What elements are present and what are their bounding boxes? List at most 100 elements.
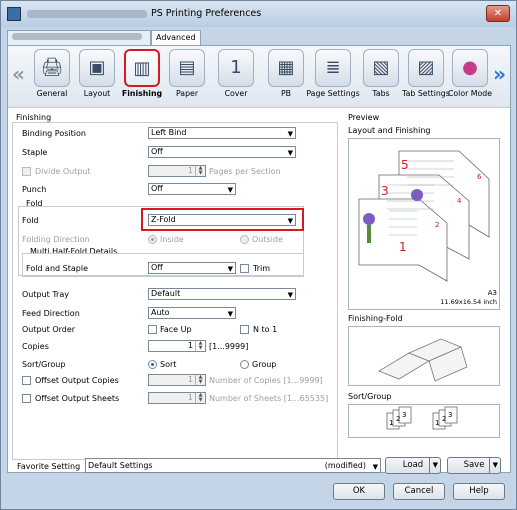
offset-sheets-checkbox[interactable]: [22, 394, 31, 403]
finishing-fold-title: Finishing-Fold: [348, 314, 403, 323]
tab-page-settings[interactable]: ≣ Page Settings: [306, 49, 360, 107]
tab-settings-icon: ▨: [408, 49, 444, 87]
binding-position-label: Binding Position: [22, 129, 86, 138]
favorite-setting-value: Default Settings: [88, 461, 153, 470]
chevron-down-icon[interactable]: ▼: [428, 458, 438, 473]
tab-advanced[interactable]: Advanced: [151, 30, 201, 46]
binding-position-value: Left Bind: [151, 128, 187, 137]
tab-paper[interactable]: ▤ Paper: [165, 49, 209, 107]
fold-select[interactable]: Z-Fold ▼: [148, 214, 296, 226]
scroll-right-icon[interactable]: »: [493, 62, 506, 86]
divide-output-spinner[interactable]: 1 ▲ ▼: [148, 165, 206, 177]
feed-direction-label: Feed Direction: [22, 309, 80, 318]
collated-copies-icon: 123 123: [386, 406, 458, 430]
cover-icon: 1: [218, 49, 254, 87]
n-to-1-label: N to 1: [253, 325, 278, 334]
color-mode-icon: ●: [452, 49, 488, 87]
window-title: PS Printing Preferences: [151, 8, 262, 19]
inside-radio[interactable]: [148, 235, 157, 244]
page-number-4: 4: [457, 197, 462, 205]
page-number-2: 2: [435, 221, 439, 229]
punch-label: Punch: [22, 185, 47, 194]
tab-tabs[interactable]: ▧ Tabs: [359, 49, 403, 107]
page-number-5: 5: [401, 158, 409, 172]
chevron-down-icon[interactable]: ▼: [488, 458, 498, 473]
fold-label: Fold: [22, 216, 39, 225]
group-radio[interactable]: [240, 360, 249, 369]
outside-radio[interactable]: [240, 235, 249, 244]
tab-color-mode[interactable]: ● Color Mode: [448, 49, 492, 107]
offset-copies-range: Number of Copies [1...9999]: [209, 376, 323, 385]
layout-icon: ▣: [79, 49, 115, 87]
divide-output-label: Divide Output: [35, 167, 91, 176]
output-tray-value: Default: [151, 289, 181, 298]
feed-direction-select[interactable]: Auto ▼: [148, 307, 236, 319]
scroll-left-icon[interactable]: «: [12, 62, 25, 86]
tab-printer-redacted[interactable]: [7, 30, 151, 46]
punch-select[interactable]: Off ▼: [148, 183, 236, 195]
cancel-button[interactable]: Cancel: [393, 483, 445, 500]
help-button[interactable]: Help: [453, 483, 505, 500]
staple-label: Staple: [22, 148, 48, 157]
tab-tab-settings[interactable]: ▨ Tab Settings: [402, 49, 450, 107]
svg-text:2: 2: [442, 415, 446, 423]
tab-strip: Advanced: [7, 30, 507, 46]
load-button[interactable]: Load ▼: [385, 457, 441, 474]
group-label: Group: [252, 360, 277, 369]
sort-group-preview: 123 123: [348, 404, 500, 438]
folded-pages-illustration: 5 3 1 6 4 2: [358, 150, 490, 282]
punch-value: Off: [151, 184, 163, 193]
spin-arrows-icon: ▲ ▼: [195, 341, 205, 351]
fold-and-staple-label: Fold and Staple: [26, 264, 88, 273]
offset-sheets-spinner[interactable]: 1 ▲ ▼: [148, 392, 206, 404]
staple-select[interactable]: Off ▼: [148, 146, 296, 158]
staple-value: Off: [151, 147, 163, 156]
tab-paper-icon: ▧: [363, 49, 399, 87]
face-up-checkbox[interactable]: [148, 325, 157, 334]
n-to-1-checkbox[interactable]: [240, 325, 249, 334]
paper-dims-label: 11.69x16.54 inch: [440, 298, 497, 306]
page-number-1: 1: [399, 240, 407, 254]
offset-sheets-range: Number of Sheets [1...65535]: [209, 394, 329, 403]
chevron-down-icon: ▼: [227, 265, 233, 273]
inside-label: Inside: [160, 235, 184, 244]
chevron-down-icon: ▼: [227, 186, 233, 194]
sort-label: Sort: [160, 360, 177, 369]
close-button[interactable]: ✕: [486, 5, 510, 22]
page-number-6: 6: [477, 173, 482, 181]
page-number-3: 3: [381, 184, 389, 198]
copies-spinner[interactable]: 1 ▲ ▼: [148, 340, 206, 352]
output-tray-select[interactable]: Default ▼: [148, 288, 296, 300]
paper-icon: ▤: [169, 49, 205, 87]
booklet-icon: ▦: [268, 49, 304, 87]
offset-copies-spinner[interactable]: 1 ▲ ▼: [148, 374, 206, 386]
offset-copies-checkbox[interactable]: [22, 376, 31, 385]
tab-layout[interactable]: ▣ Layout: [75, 49, 119, 107]
fold-value: Z-Fold: [151, 215, 176, 224]
tab-finishing[interactable]: ▥ Finishing: [120, 49, 164, 107]
sort-radio[interactable]: [148, 360, 157, 369]
layout-preview: 5 3 1 6 4 2 A3 11.69x16.54 inch: [348, 138, 500, 310]
svg-text:1: 1: [389, 419, 393, 427]
offset-copies-value: 1: [187, 375, 193, 384]
layout-finishing-title: Layout and Finishing: [348, 126, 431, 135]
copies-value: 1: [187, 341, 193, 350]
chevron-down-icon: ▼: [287, 149, 293, 157]
tab-general[interactable]: 🖨 General: [30, 49, 74, 107]
chevron-down-icon: ▼: [287, 217, 293, 225]
divide-output-checkbox[interactable]: [22, 167, 31, 176]
binding-position-select[interactable]: Left Bind ▼: [148, 127, 296, 139]
tab-cover[interactable]: 1 Cover: [214, 49, 258, 107]
tab-pb[interactable]: ▦ PB: [264, 49, 308, 107]
fold-and-staple-value: Off: [151, 263, 163, 272]
ok-button[interactable]: OK: [333, 483, 385, 500]
save-button[interactable]: Save ▼: [447, 457, 501, 474]
offset-sheets-label: Offset Output Sheets: [35, 394, 120, 403]
favorite-setting-select[interactable]: Default Settings (modified) ▼: [85, 458, 381, 473]
chevron-down-icon: ▼: [372, 463, 378, 471]
z-fold-icon: [378, 338, 468, 382]
fold-and-staple-select[interactable]: Off ▼: [148, 262, 236, 274]
spin-arrows-icon: ▲ ▼: [195, 375, 205, 385]
trim-checkbox[interactable]: [240, 264, 249, 273]
svg-text:3: 3: [448, 411, 452, 419]
